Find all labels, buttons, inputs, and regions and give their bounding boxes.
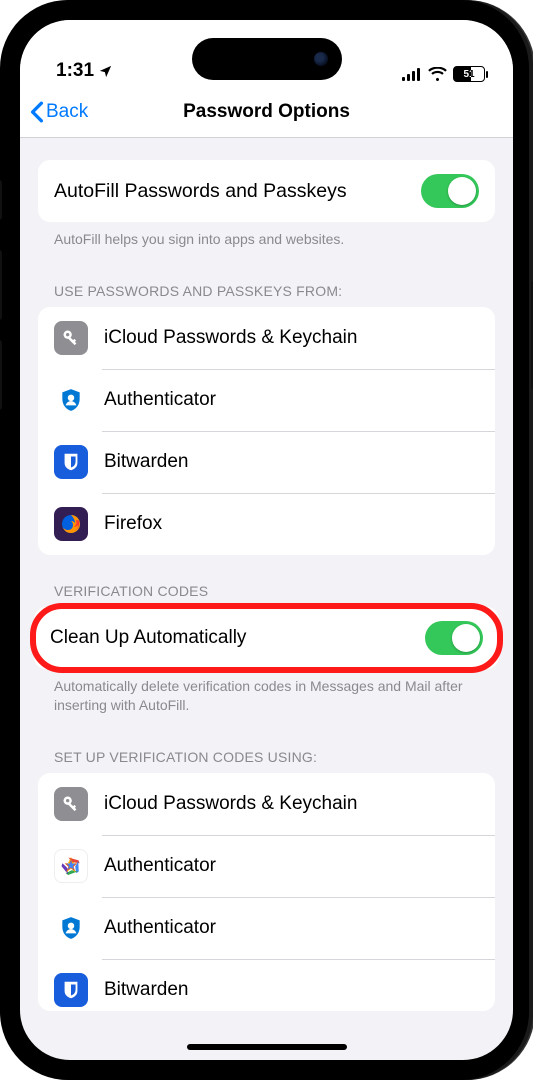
content-scroll[interactable]: AutoFill Passwords and Passkeys AutoFill… (20, 138, 513, 1060)
autofill-group: AutoFill Passwords and Passkeys (38, 160, 495, 222)
nav-bar: Back Password Options (20, 86, 513, 138)
provider-row-bitwarden[interactable]: Bitwarden (38, 431, 495, 493)
phone-frame: 1:31 51 Back (0, 0, 533, 1080)
setup-label: Authenticator (104, 917, 479, 939)
provider-label: Authenticator (104, 389, 479, 411)
bitwarden-icon (54, 973, 88, 1007)
cleanup-group: Clean Up Automatically (34, 607, 499, 669)
verification-footer: Automatically delete verification codes … (20, 669, 513, 721)
setup-group: iCloud Passwords & Keychain Authenticato… (38, 773, 495, 1011)
provider-label: Bitwarden (104, 451, 479, 473)
cleanup-row[interactable]: Clean Up Automatically (34, 607, 499, 669)
location-icon (98, 64, 113, 79)
provider-label: Firefox (104, 513, 479, 535)
home-indicator[interactable] (187, 1044, 347, 1050)
google-authenticator-icon (54, 849, 88, 883)
provider-label: iCloud Passwords & Keychain (104, 327, 479, 349)
bitwarden-icon (54, 445, 88, 479)
autofill-footer: AutoFill helps you sign into apps and we… (20, 222, 513, 255)
screen: 1:31 51 Back (20, 20, 513, 1060)
setup-row-google-auth[interactable]: Authenticator (38, 835, 495, 897)
setup-row-ms-auth[interactable]: Authenticator (38, 897, 495, 959)
dynamic-island (192, 38, 342, 80)
page-title: Password Options (20, 101, 513, 123)
key-icon (54, 787, 88, 821)
firefox-icon (54, 507, 88, 541)
autofill-row[interactable]: AutoFill Passwords and Passkeys (38, 160, 495, 222)
cellular-icon (402, 68, 422, 81)
back-button[interactable]: Back (20, 101, 88, 123)
providers-group: iCloud Passwords & Keychain Authenticato… (38, 307, 495, 555)
setup-header: SET UP VERIFICATION CODES USING: (20, 721, 513, 773)
provider-row-icloud[interactable]: iCloud Passwords & Keychain (38, 307, 495, 369)
ms-authenticator-icon (54, 383, 88, 417)
chevron-left-icon (30, 101, 44, 123)
autofill-label: AutoFill Passwords and Passkeys (54, 180, 405, 203)
setup-label: iCloud Passwords & Keychain (104, 793, 479, 815)
wifi-icon (428, 67, 447, 81)
key-icon (54, 321, 88, 355)
battery-pct: 51 (454, 69, 484, 80)
setup-row-icloud[interactable]: iCloud Passwords & Keychain (38, 773, 495, 835)
autofill-toggle[interactable] (421, 174, 479, 208)
battery-icon: 51 (453, 66, 485, 82)
setup-label: Bitwarden (104, 979, 479, 1001)
providers-header: USE PASSWORDS AND PASSKEYS FROM: (20, 255, 513, 307)
provider-row-authenticator[interactable]: Authenticator (38, 369, 495, 431)
back-label: Back (46, 101, 88, 123)
setup-row-bitwarden[interactable]: Bitwarden (38, 959, 495, 1011)
provider-row-firefox[interactable]: Firefox (38, 493, 495, 555)
cleanup-highlight: Clean Up Automatically (34, 607, 499, 669)
ms-authenticator-icon (54, 911, 88, 945)
verification-header: VERIFICATION CODES (20, 555, 513, 607)
cleanup-label: Clean Up Automatically (50, 627, 409, 649)
status-time: 1:31 (56, 60, 94, 82)
cleanup-toggle[interactable] (425, 621, 483, 655)
setup-label: Authenticator (104, 855, 479, 877)
